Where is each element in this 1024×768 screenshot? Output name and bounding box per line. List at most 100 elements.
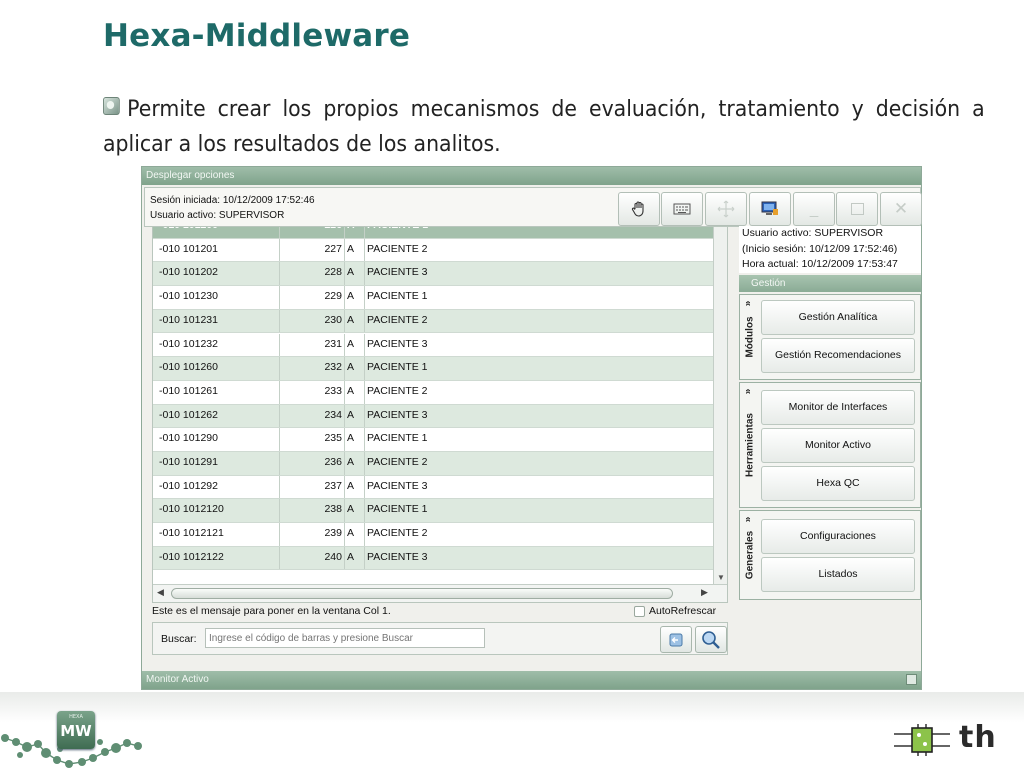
- cell-num: 234: [280, 404, 345, 428]
- table-row[interactable]: -010 101261 233 A PACIENTE 2: [153, 380, 713, 405]
- cell-num: 231: [280, 333, 345, 357]
- cell-flag: A: [345, 309, 365, 333]
- cell-code: -010 1012122: [153, 546, 280, 570]
- auto-refresh-toggle[interactable]: AutoRefrescar: [634, 605, 716, 617]
- table-row[interactable]: -010 101290 235 A PACIENTE 1: [153, 428, 713, 452]
- table-row[interactable]: -010 101262 234 A PACIENTE 3: [153, 404, 713, 429]
- resize-grip-icon[interactable]: [906, 674, 917, 685]
- cell-code: -010 101292: [153, 475, 280, 499]
- cell-code: -010 101230: [153, 286, 280, 309]
- monitor-button[interactable]: [749, 192, 791, 226]
- configuraciones-button[interactable]: Configuraciones: [761, 519, 915, 554]
- magnifier-icon: [702, 630, 720, 649]
- scroll-right-icon[interactable]: ▶: [701, 587, 708, 598]
- cell-num: 236: [280, 452, 345, 475]
- close-button[interactable]: ✕: [880, 192, 922, 226]
- cell-patient: PACIENTE 3: [367, 266, 428, 279]
- minimize-button[interactable]: _: [793, 192, 835, 226]
- options-bar[interactable]: Desplegar opciones: [142, 167, 921, 185]
- table-row[interactable]: -010 101260 232 A PACIENTE 1: [153, 357, 713, 381]
- scroll-left-icon[interactable]: ◀: [157, 587, 164, 598]
- status-message: Este es el mensaje para poner en la vent…: [152, 605, 391, 617]
- cell-num: 233: [280, 380, 345, 404]
- keyboard-icon: [673, 203, 691, 215]
- chip-icon: [894, 724, 950, 756]
- table-row[interactable]: -010 101201 227 A PACIENTE 2: [153, 238, 713, 263]
- slide-title: Hexa-Middleware: [103, 18, 411, 54]
- cell-code: -010 101231: [153, 309, 280, 333]
- cell-num: 227: [280, 238, 345, 262]
- table-row[interactable]: -010 101230 229 A PACIENTE 1: [153, 286, 713, 310]
- bullet-paragraph: Permite crear los propios mecanismos de …: [103, 92, 985, 162]
- bullet-text: Permite crear los propios mecanismos de …: [103, 97, 985, 157]
- cell-patient: PACIENTE 2: [367, 527, 428, 540]
- table-row[interactable]: -010 101231 230 A PACIENTE 2: [153, 309, 713, 334]
- table-row[interactable]: -010 1012121 239 A PACIENTE 2: [153, 523, 713, 547]
- hand-icon: [631, 201, 644, 217]
- cell-num: 229: [280, 286, 345, 309]
- cell-patient: PACIENTE 2: [367, 384, 428, 397]
- cell-flag: A: [345, 452, 365, 475]
- gestion-analitica-button[interactable]: Gestión Analítica: [761, 300, 915, 335]
- mw-logo: HEXA MW: [57, 711, 95, 749]
- scroll-down-icon[interactable]: ▼: [717, 573, 725, 582]
- keyboard-button[interactable]: [661, 192, 703, 226]
- cell-patient: PACIENTE 3: [367, 337, 428, 350]
- cell-num: 240: [280, 546, 345, 570]
- cell-num: 238: [280, 499, 345, 523]
- search-button[interactable]: [695, 626, 727, 653]
- scroll-thumb[interactable]: [171, 588, 673, 599]
- cell-flag: A: [345, 404, 365, 428]
- cell-code: -010 101201: [153, 238, 280, 262]
- cell-flag: A: [345, 227, 365, 238]
- cell-code: -010 101200: [153, 227, 280, 238]
- table-row[interactable]: -010 1012120 238 A PACIENTE 1: [153, 499, 713, 524]
- group-generales: » Generales Configuraciones Listados: [739, 510, 921, 600]
- group-label-generales: Generales: [744, 530, 756, 580]
- cell-flag: A: [345, 475, 365, 499]
- group-herramientas: » Herramientas Monitor de Interfaces Mon…: [739, 382, 921, 508]
- bullet-icon: [103, 97, 120, 115]
- vertical-scrollbar[interactable]: ▼: [713, 227, 727, 584]
- table-row[interactable]: -010 101292 237 A PACIENTE 3: [153, 475, 713, 500]
- cell-patient: PACIENTE 1: [367, 290, 428, 303]
- cell-flag: A: [345, 357, 365, 380]
- monitor-icon: [761, 201, 778, 215]
- table-row[interactable]: -010 101232 231 A PACIENTE 3: [153, 333, 713, 358]
- maximize-button[interactable]: [836, 192, 878, 226]
- move-button[interactable]: [705, 192, 747, 226]
- cell-flag: A: [345, 546, 365, 570]
- table-row[interactable]: -010 101200226APACIENTE 1: [153, 227, 713, 239]
- cell-flag: A: [345, 499, 365, 523]
- cell-num: 237: [280, 475, 345, 499]
- back-button[interactable]: [660, 626, 692, 653]
- monitor-activo-button[interactable]: Monitor Activo: [761, 428, 915, 463]
- auto-refresh-checkbox[interactable]: [634, 605, 645, 617]
- cell-patient: PACIENTE 1: [365, 227, 713, 238]
- gestion-recomendaciones-button[interactable]: Gestión Recomendaciones: [761, 338, 915, 373]
- hexa-qc-button[interactable]: Hexa QC: [761, 466, 915, 501]
- cell-num: 235: [280, 428, 345, 451]
- cell-code: -010 101291: [153, 452, 280, 475]
- search-panel: Buscar:: [152, 622, 728, 655]
- table-row[interactable]: -010 101202 228 A PACIENTE 3: [153, 262, 713, 287]
- cell-patient: PACIENTE 1: [367, 432, 428, 445]
- group-label-modulos: Módulos: [744, 316, 756, 358]
- table-row[interactable]: -010 1012122 240 A PACIENTE 3: [153, 546, 713, 571]
- cell-num: 230: [280, 309, 345, 333]
- session-user: Usuario activo: SUPERVISOR: [150, 210, 285, 221]
- session-start: (Inicio sesión: 10/12/09 17:52:46): [742, 242, 898, 255]
- cell-code: -010 101262: [153, 404, 280, 428]
- listados-button[interactable]: Listados: [761, 557, 915, 592]
- session-info: Usuario activo: SUPERVISOR (Inicio sesió…: [739, 226, 921, 273]
- horizontal-scrollbar[interactable]: ◀ ▶: [153, 584, 727, 602]
- search-input[interactable]: [205, 628, 485, 648]
- table-row[interactable]: -010 101291 236 A PACIENTE 2: [153, 452, 713, 476]
- hand-button[interactable]: [618, 192, 660, 226]
- monitor-interfaces-button[interactable]: Monitor de Interfaces: [761, 390, 915, 425]
- cell-num: 232: [280, 357, 345, 380]
- brand-logo: th: [892, 720, 1012, 758]
- minimize-icon: _: [809, 200, 819, 218]
- cell-flag: A: [345, 428, 365, 451]
- footer-band: [0, 692, 1024, 768]
